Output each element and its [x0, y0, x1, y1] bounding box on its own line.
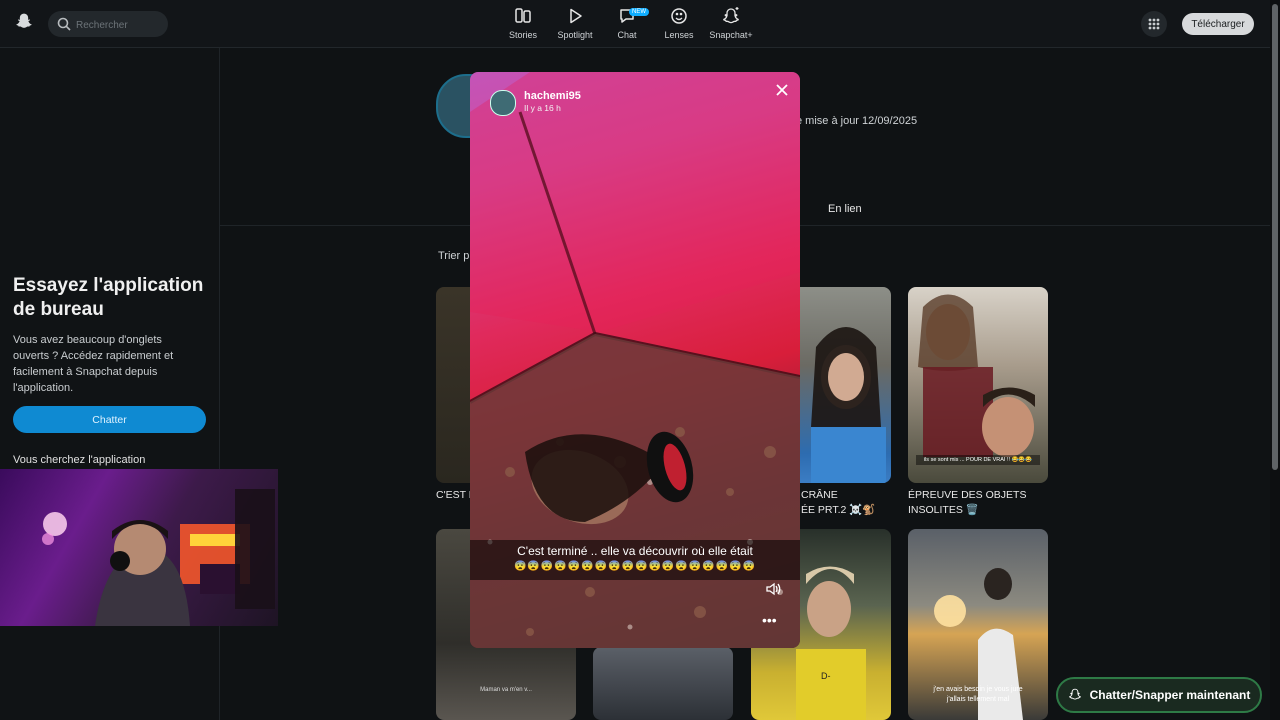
cta-label: Chatter/Snapper maintenant — [1089, 688, 1251, 702]
card-overlay-line: j'en avais besoin je vous jure — [933, 686, 1023, 693]
speaker-icon[interactable] — [764, 580, 782, 598]
search-bar[interactable] — [48, 11, 168, 37]
nav-label: Lenses — [664, 30, 694, 40]
new-badge: NEW — [629, 8, 649, 16]
story-caption: C'est terminé .. elle va découvrir où el… — [470, 540, 800, 580]
nav-label: Stories — [508, 30, 537, 40]
chat-button[interactable]: Chatter — [13, 406, 206, 433]
spotlight-play-icon — [570, 8, 582, 24]
story-caption-text: C'est terminé .. elle va découvrir où el… — [517, 544, 753, 558]
promo-title: Essayez l'application de bureau — [13, 275, 204, 320]
nav-lenses[interactable]: Lenses — [653, 6, 705, 40]
nav-label: Chat — [617, 30, 637, 40]
spotlight-card[interactable]: j'en avais besoin je vous jure j'allais … — [908, 529, 1048, 720]
search-input[interactable] — [74, 15, 166, 35]
download-button[interactable]: Télécharger — [1182, 13, 1254, 35]
card-caption: ÉPREUVE DES OBJETS — [908, 489, 1027, 501]
chat-snap-now-button[interactable]: Chatter/Snapper maintenant — [1056, 677, 1262, 713]
stories-icon — [515, 8, 531, 23]
card-overlay-text: Maman va m'en v... — [480, 687, 532, 693]
story-author-avatar[interactable] — [490, 90, 516, 116]
grid-icon — [1148, 18, 1160, 30]
nav-label: Spotlight — [557, 30, 593, 40]
card-overlay-line: j'allais tellement mal — [946, 696, 1010, 703]
sort-label[interactable]: Trier p — [438, 250, 469, 262]
snapchat-ghost-icon[interactable] — [14, 12, 34, 32]
page-scrollbar[interactable] — [1270, 0, 1280, 720]
updated-date: e mise à jour 12/09/2025 — [796, 115, 918, 127]
story-caption-emojis: 😨😨😨😨😨😨😨😨😨😨😨😨😨😨😨😨😨😨 — [513, 561, 757, 572]
story-viewer[interactable]: hachemi95 Il y a 16 h C'est terminé .. e… — [470, 72, 800, 648]
nav-chat[interactable]: NEW Chat — [601, 6, 653, 40]
looking-for-app-text: Vous cherchez l'application — [13, 454, 146, 466]
scrollbar-thumb[interactable] — [1272, 4, 1278, 470]
lenses-icon — [671, 8, 687, 24]
spotlight-card[interactable]: ils se sont mis ... POUR DE VRAI !! 😂😂😂 — [908, 287, 1048, 483]
nav-spotlight[interactable]: Spotlight — [549, 6, 601, 40]
top-bar: Stories Spotlight NEW Chat Lenses Snapch… — [0, 0, 1270, 48]
nav-label: Snapchat+ — [709, 30, 753, 40]
story-username[interactable]: hachemi95 — [524, 90, 581, 102]
close-icon[interactable] — [772, 80, 792, 100]
svg-text:D-: D- — [821, 671, 831, 681]
apps-grid-button[interactable] — [1141, 11, 1167, 37]
nav-snapchat-plus[interactable]: Snapchat+ — [705, 6, 757, 40]
nav-stories[interactable]: Stories — [497, 6, 549, 40]
snapchat-plus-icon — [723, 7, 739, 24]
spotlight-card[interactable] — [593, 647, 733, 720]
card-overlay-text: ils se sont mis ... POUR DE VRAI !! 😂😂😂 — [916, 455, 1040, 465]
promo-text: Vous avez beaucoup d'onglets ouverts ? A… — [13, 334, 174, 394]
card-thumbnail — [918, 294, 1035, 457]
webcam-scene — [42, 489, 275, 626]
story-timestamp: Il y a 16 h — [524, 103, 561, 113]
card-caption: CRÂNE — [801, 489, 838, 501]
more-options-icon[interactable]: ••• — [762, 612, 777, 628]
card-overlay-text: j'en avais besoin je vous jure j'allais … — [908, 685, 1048, 705]
webcam-overlay — [0, 469, 278, 626]
snapchat-ghost-icon — [1068, 688, 1081, 700]
tab-linked[interactable]: En lien — [828, 203, 862, 215]
card-caption: ÉE PRT.2 ☠️🐒 — [801, 504, 876, 516]
search-icon — [57, 17, 71, 31]
card-caption: INSOLITES 🗑️ — [908, 504, 979, 516]
